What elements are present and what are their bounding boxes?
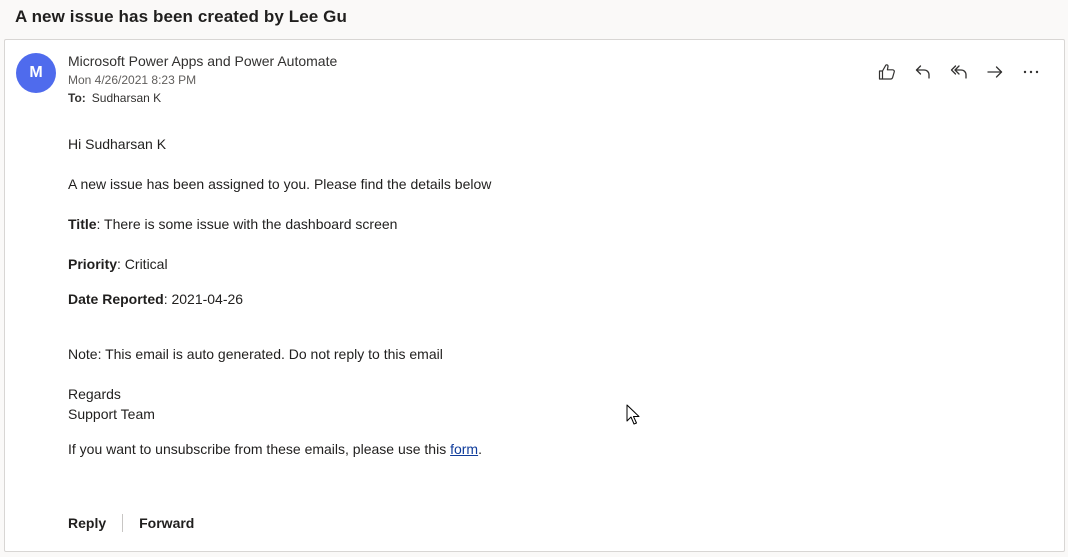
email-card: M Microsoft Power Apps and Power Automat…: [4, 39, 1065, 552]
title-value: : There is some issue with the dashboard…: [96, 216, 398, 232]
like-button[interactable]: [874, 60, 900, 84]
title-line: Title: There is some issue with the dash…: [68, 215, 397, 233]
unsubscribe-period: .: [478, 441, 482, 457]
date-reported-value: : 2021-04-26: [163, 291, 244, 307]
forward-arrow-icon: [987, 66, 1003, 78]
priority-line: Priority: Critical: [68, 255, 168, 273]
intro-text: A new issue has been assigned to you. Pl…: [68, 176, 492, 192]
note-text: Note: This email is auto generated. Do n…: [68, 346, 443, 362]
recipient-name[interactable]: Sudharsan K: [92, 91, 161, 105]
priority-value: : Critical: [117, 256, 168, 272]
email-header: Microsoft Power Apps and Power Automate …: [68, 53, 337, 105]
regards-text: Regards: [68, 386, 121, 402]
priority-label: Priority: [68, 256, 118, 272]
more-actions-button[interactable]: [1018, 60, 1044, 84]
to-label: To:: [68, 91, 86, 105]
mouse-cursor-icon: [626, 404, 640, 425]
date-reported-line: Date Reported: 2021-04-26: [68, 290, 243, 308]
reply-icon-button[interactable]: [910, 60, 936, 84]
sender-name[interactable]: Microsoft Power Apps and Power Automate: [68, 53, 337, 70]
reply-all-button[interactable]: [946, 60, 972, 84]
forward-button[interactable]: Forward: [139, 514, 194, 532]
unsubscribe-form-link[interactable]: form: [450, 441, 478, 457]
message-actions: [864, 60, 1044, 84]
unsubscribe-text: If you want to unsubscribe from these em…: [68, 441, 451, 457]
title-label: Title: [68, 216, 97, 232]
greeting: Hi Sudharsan K: [68, 136, 167, 152]
sender-avatar[interactable]: M: [16, 53, 56, 93]
team-signature: Support Team: [68, 406, 155, 422]
subject-bar: A new issue has been created by Lee Gu: [0, 0, 1068, 38]
recipient-line: To: Sudharsan K: [68, 91, 337, 105]
email-date: Mon 4/26/2021 8:23 PM: [68, 73, 197, 87]
more-ellipsis-icon: [1023, 70, 1039, 74]
date-reported-label: Date Reported: [68, 291, 164, 307]
thumbs-up-icon: [878, 64, 895, 80]
footer-divider: [122, 514, 124, 532]
unsubscribe-line: If you want to unsubscribe from these em…: [68, 440, 482, 458]
email-subject: A new issue has been created by Lee Gu: [15, 7, 347, 26]
reply-icon: [915, 65, 930, 79]
forward-icon-button[interactable]: [982, 60, 1008, 84]
email-footer: Reply Forward: [68, 514, 194, 532]
reply-all-icon: [950, 65, 967, 79]
reply-button[interactable]: Reply: [68, 514, 106, 532]
